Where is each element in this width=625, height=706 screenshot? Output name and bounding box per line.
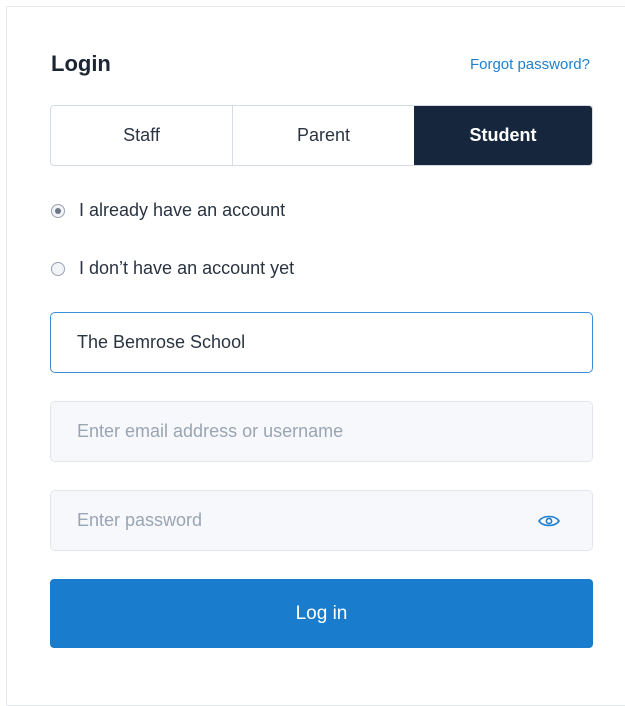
radio-dot — [55, 207, 61, 214]
school-input[interactable] — [75, 331, 519, 354]
school-field[interactable] — [50, 312, 593, 373]
email-field[interactable] — [50, 401, 593, 462]
eye-icon[interactable] — [538, 513, 560, 529]
page-title: Login — [51, 51, 111, 76]
tab-parent[interactable]: Parent — [233, 106, 414, 165]
radio-checked[interactable] — [51, 203, 65, 218]
radio-no-account[interactable]: I don’t have an account yet — [51, 258, 294, 279]
login-button[interactable]: Log in — [50, 579, 593, 648]
radio-have-account[interactable]: I already have an account — [51, 200, 285, 221]
login-card: Login Forgot password? Staff Parent Stud… — [6, 6, 625, 706]
password-input[interactable] — [75, 509, 519, 532]
forgot-password-link[interactable]: Forgot password? — [470, 56, 590, 73]
radio-label-no-account: I don’t have an account yet — [79, 258, 295, 278]
password-field[interactable] — [50, 490, 593, 551]
tab-student[interactable]: Student — [414, 106, 592, 165]
email-input[interactable] — [75, 420, 519, 443]
role-tabs: Staff Parent Student — [50, 105, 593, 166]
radio-label-have-account: I already have an account — [79, 200, 286, 220]
tab-staff[interactable]: Staff — [51, 106, 233, 165]
radio-unchecked[interactable] — [51, 261, 65, 276]
